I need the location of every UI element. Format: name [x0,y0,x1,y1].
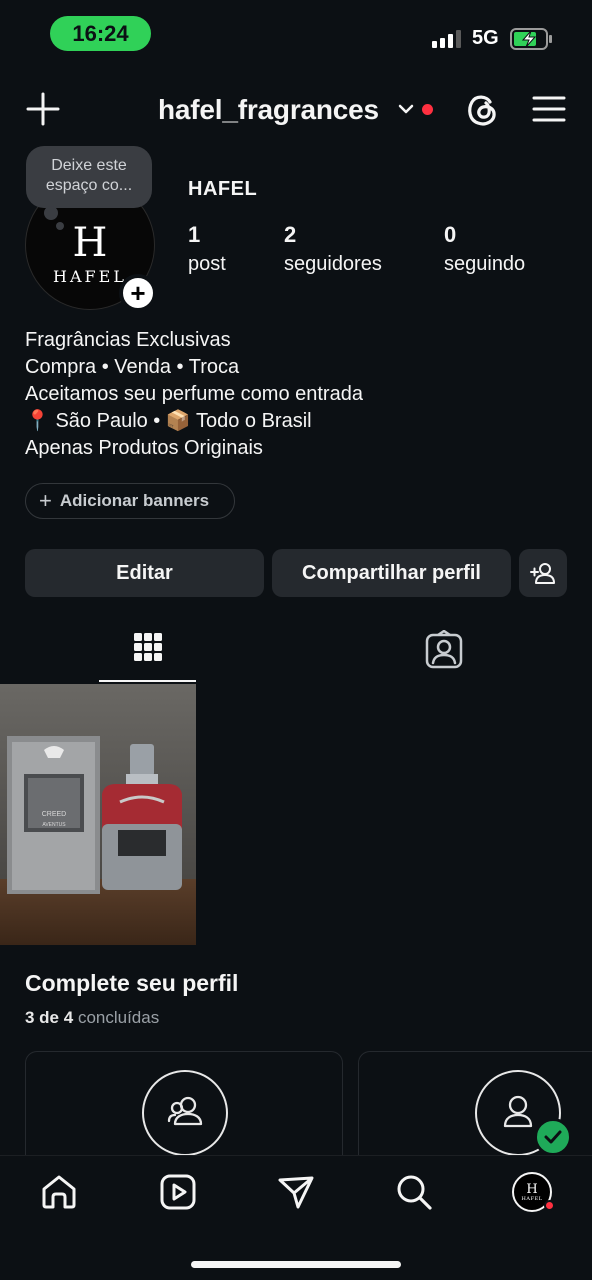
progress-label: concluídas [77,1008,160,1027]
chevron-down-icon[interactable] [398,102,414,116]
notification-dot [422,104,433,115]
post-thumbnail[interactable]: CREED AVENTUS [0,684,196,945]
profile-header: hafel_fragrances [0,84,592,136]
completed-check-badge [534,1118,572,1156]
add-story-button[interactable]: + [119,274,157,312]
direct-messages-icon[interactable] [276,1172,316,1212]
notification-dot [544,1200,555,1211]
profile-bio: Fragrâncias Exclusivas Compra • Venda • … [25,327,363,462]
bio-line: Compra • Venda • Troca [25,356,240,378]
grid-icon [133,633,162,661]
add-banners-button[interactable]: + Adicionar banners [25,483,235,519]
stat-posts-label: post [188,253,226,275]
stat-followers-label: seguidores [284,253,382,275]
note-tail [44,206,58,220]
share-profile-button[interactable]: Compartilhar perfil [272,549,511,597]
avatar-brand: HAFEL [53,266,127,286]
add-person-icon [530,563,555,584]
threads-icon[interactable] [464,90,500,128]
create-plus-icon[interactable] [26,92,60,126]
checkmark-icon [544,1130,562,1144]
tab-posts-grid[interactable] [99,624,196,682]
home-indicator[interactable] [191,1261,401,1268]
people-icon [167,1096,203,1126]
bio-line: Apenas Produtos Originais [25,437,263,459]
note-tail-small [56,222,64,230]
avatar-monogram: H [72,219,108,266]
discover-people-button[interactable] [519,549,567,597]
nav-avatar-brand: HAFEL [521,1195,543,1202]
menu-icon[interactable] [532,94,566,124]
profile-tabs [0,624,592,684]
add-banners-label: Adicionar banners [59,491,210,510]
network-type: 5G [472,27,499,49]
perfume-photo: CREED AVENTUS [0,684,196,945]
bio-line: Aceitamos seu perfume como entrada [25,383,363,405]
plus-icon: + [39,488,52,513]
active-tab-indicator [99,680,196,682]
box-brand-text: CREED [42,811,67,818]
box-name-text: AVENTUS [42,822,66,828]
bio-line: 📍 São Paulo • 📦 Todo o Brasil [25,410,312,432]
stat-following-label: seguindo [444,253,526,275]
stat-following-value: 0 [444,222,457,247]
note-bubble[interactable]: Deixe este espaço co... [26,146,152,208]
note-text: Deixe este espaço co... [45,157,133,194]
stat-followers-value: 2 [284,222,297,247]
display-name: HAFEL [188,178,258,200]
username-switcher[interactable]: hafel_fragrances [158,94,379,126]
card-icon-circle [142,1070,228,1156]
edit-profile-button[interactable]: Editar [25,549,264,597]
complete-profile-title: Complete seu perfil [25,970,239,996]
complete-profile-progress: 3 de 4 concluídas [25,1008,159,1028]
bio-line: Fragrâncias Exclusivas [25,329,231,351]
nav-avatar-monogram: H [526,1181,538,1197]
status-bar: 16:24 5G [0,0,592,70]
status-time: 16:24 [50,16,151,51]
find-people-card[interactable] [25,1051,343,1161]
stat-posts-value: 1 [188,222,201,247]
home-icon[interactable] [39,1172,79,1212]
battery-charging-icon [510,28,552,50]
tagged-posts-icon[interactable] [424,630,464,670]
stat-posts[interactable]: 1 post [188,222,226,276]
cellular-signal-icon [432,30,462,48]
stat-following[interactable]: 0 seguindo [444,222,525,276]
search-icon[interactable] [394,1172,434,1212]
progress-count: 3 de 4 [25,1008,74,1027]
stat-followers[interactable]: 2 seguidores [284,222,382,276]
reels-icon[interactable] [158,1172,198,1212]
